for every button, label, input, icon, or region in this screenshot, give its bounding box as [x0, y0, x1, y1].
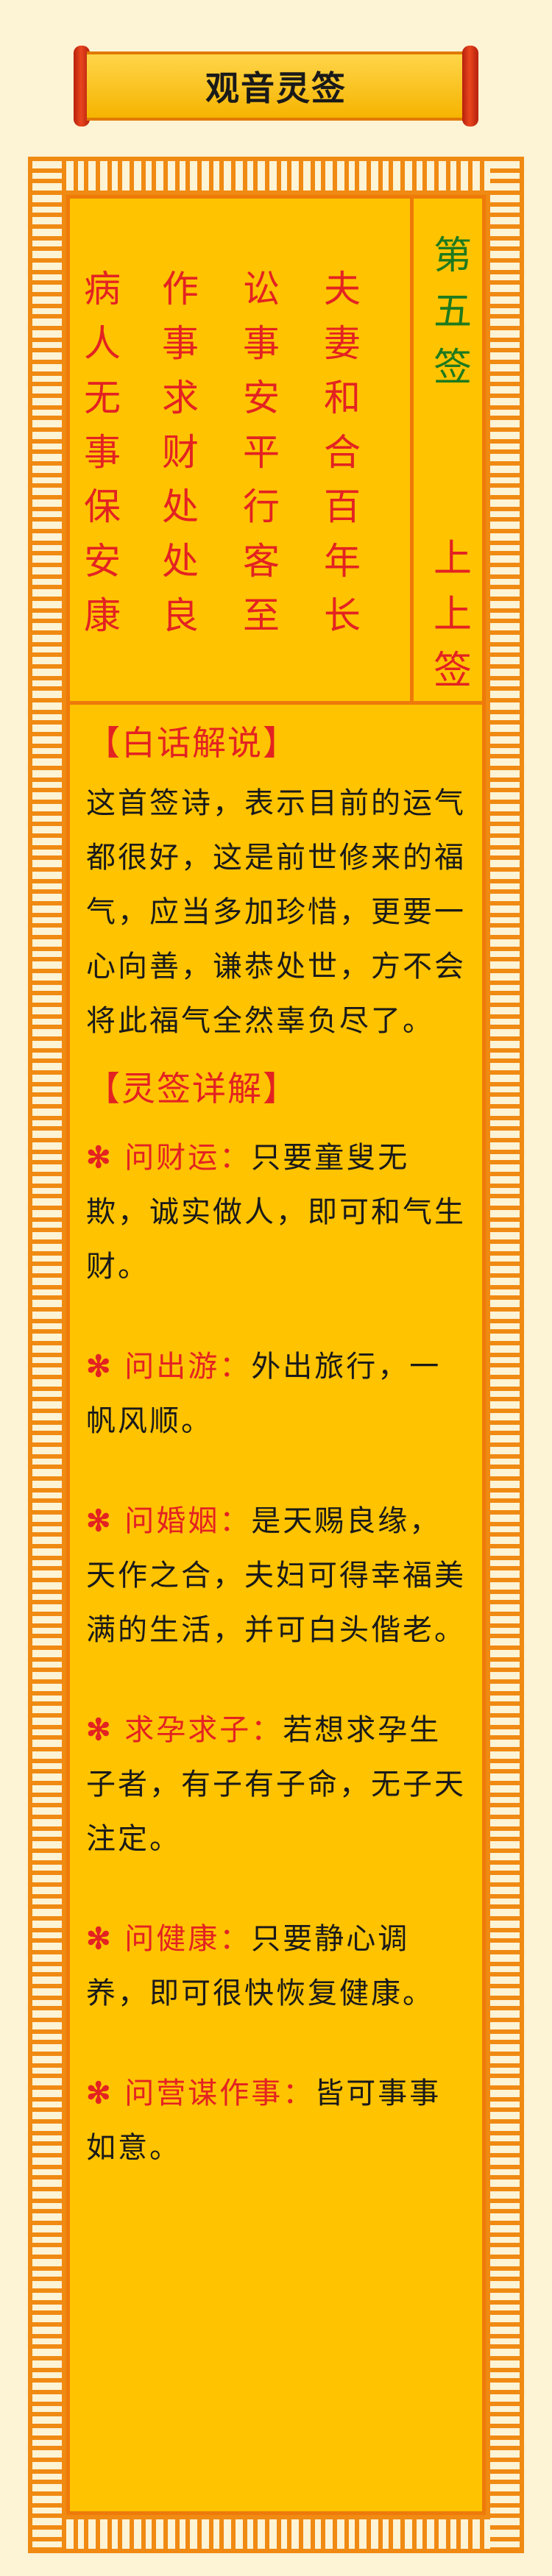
sign-number-char: 五: [433, 290, 472, 334]
poem-char: 夫: [324, 268, 361, 310]
detail-item-wealth: ✻ 问财运：只要童叟无欺，诚实做人，即可和气生财。: [86, 1131, 466, 1294]
poem-divider: [410, 199, 414, 701]
poem-char: 行: [243, 485, 280, 528]
detail-item-marriage: ✻ 问婚姻：是天赐良缘，天作之合，夫妇可得幸福美满的生活，并可白头偕老。: [86, 1494, 466, 1657]
explanation-heading: 【白话解说】: [86, 723, 298, 763]
poem-char: 和: [324, 377, 361, 419]
interpretation-body: 【白话解说】 这首签诗，表示目前的运气都很好，这是前世修来的福气，应当多加珍惜，…: [86, 717, 466, 2175]
poem-char: 事: [162, 322, 199, 365]
poem-section: 夫 妻 和 合 百 年 长 讼 事 安 平 行 客 至 作 事 求 财 处 处 …: [70, 199, 482, 705]
detail-label: 问健康：: [124, 1922, 252, 1956]
title-banner: 观音灵签: [87, 51, 465, 121]
poem-char: 妻: [324, 322, 361, 365]
details-heading: 【灵签详解】: [86, 1069, 298, 1109]
detail-label: 问营谋作事：: [124, 2077, 315, 2110]
poem-column-1: 夫 妻 和 合 百 年 长: [320, 262, 364, 643]
poem-char: 处: [162, 540, 199, 583]
poem-char: 长: [324, 594, 361, 637]
fret-border-bottom: [32, 2519, 520, 2549]
detail-item-business: ✻ 问营谋作事：皆可事事如意。: [86, 2066, 466, 2175]
poem-char: 康: [84, 594, 121, 637]
poem-char: 至: [243, 594, 280, 637]
detail-item-travel: ✻ 问出游：外出旅行，一帆风顺。: [86, 1339, 466, 1448]
poem-char: 讼: [243, 268, 280, 310]
decorative-frame: 夫 妻 和 合 百 年 长 讼 事 安 平 行 客 至 作 事 求 财 处 处 …: [28, 157, 524, 2553]
poem-char: 人: [84, 322, 121, 365]
poem-char: 百: [324, 485, 361, 528]
poem-char: 事: [243, 322, 280, 365]
poem-char: 无: [84, 377, 121, 419]
sign-number: 第五签: [423, 228, 482, 396]
poem-column-4: 病 人 无 事 保 安 康: [80, 262, 124, 643]
poem-char: 安: [243, 377, 280, 419]
detail-item-health: ✻ 问健康：只要静心调养，即可很快恢复健康。: [86, 1912, 466, 2021]
details-list: ✻ 问财运：只要童叟无欺，诚实做人，即可和气生财。 ✻ 问出游：外出旅行，一帆风…: [86, 1131, 466, 2175]
detail-label: 问婚姻：: [124, 1504, 252, 1538]
poem-char: 事: [84, 431, 121, 474]
title-scroll: 观音灵签: [74, 46, 478, 127]
flower-bullet-icon: ✻: [86, 1349, 113, 1384]
poem-char: 处: [162, 485, 199, 528]
poem-column-3: 作 事 求 财 处 处 良: [158, 262, 202, 643]
explanation-text: 这首签诗，表示目前的运气都很好，这是前世修来的福气，应当多加珍惜，更要一心向善，…: [86, 786, 466, 1038]
poem-char: 平: [243, 431, 280, 474]
fret-border-top: [32, 161, 520, 191]
poem-char: 财: [162, 431, 199, 474]
poem-column-2: 讼 事 安 平 行 客 至: [239, 262, 283, 643]
poem-char: 客: [243, 540, 280, 583]
detail-label: 问财运：: [124, 1141, 252, 1175]
detail-label: 求孕求子：: [124, 1713, 283, 1747]
poem-char: 年: [324, 540, 361, 583]
detail-label: 问出游：: [124, 1350, 252, 1384]
sign-grade: 上上签: [423, 531, 482, 699]
sign-number-char: 签: [433, 346, 472, 390]
page-title: 观音灵签: [205, 68, 347, 108]
poem-char: 安: [84, 540, 121, 583]
poem-char: 病: [84, 268, 121, 310]
scroll-rod-right: [462, 46, 478, 127]
poem-char: 作: [162, 268, 199, 310]
flower-bullet-icon: ✻: [86, 1140, 113, 1175]
sign-number-char: 第: [433, 234, 472, 278]
sign-grade-char: 上: [433, 537, 472, 581]
detail-item-pregnancy: ✻ 求孕求子：若想求孕生子者，有子有子命，无子天注定。: [86, 1703, 466, 1866]
content-panel: 夫 妻 和 合 百 年 长 讼 事 安 平 行 客 至 作 事 求 财 处 处 …: [66, 195, 486, 2515]
sign-grade-char: 上: [433, 593, 472, 637]
flower-bullet-icon: ✻: [86, 1712, 113, 1747]
flower-bullet-icon: ✻: [86, 1921, 113, 1956]
flower-bullet-icon: ✻: [86, 2076, 113, 2110]
poem-char: 保: [84, 485, 121, 528]
poem-char: 求: [162, 377, 199, 419]
flower-bullet-icon: ✻: [86, 1504, 113, 1538]
poem-char: 良: [162, 594, 199, 637]
poem-char: 合: [324, 431, 361, 474]
fret-border-left: [32, 161, 62, 2549]
sign-grade-char: 签: [433, 649, 472, 693]
fret-border-right: [490, 161, 520, 2549]
